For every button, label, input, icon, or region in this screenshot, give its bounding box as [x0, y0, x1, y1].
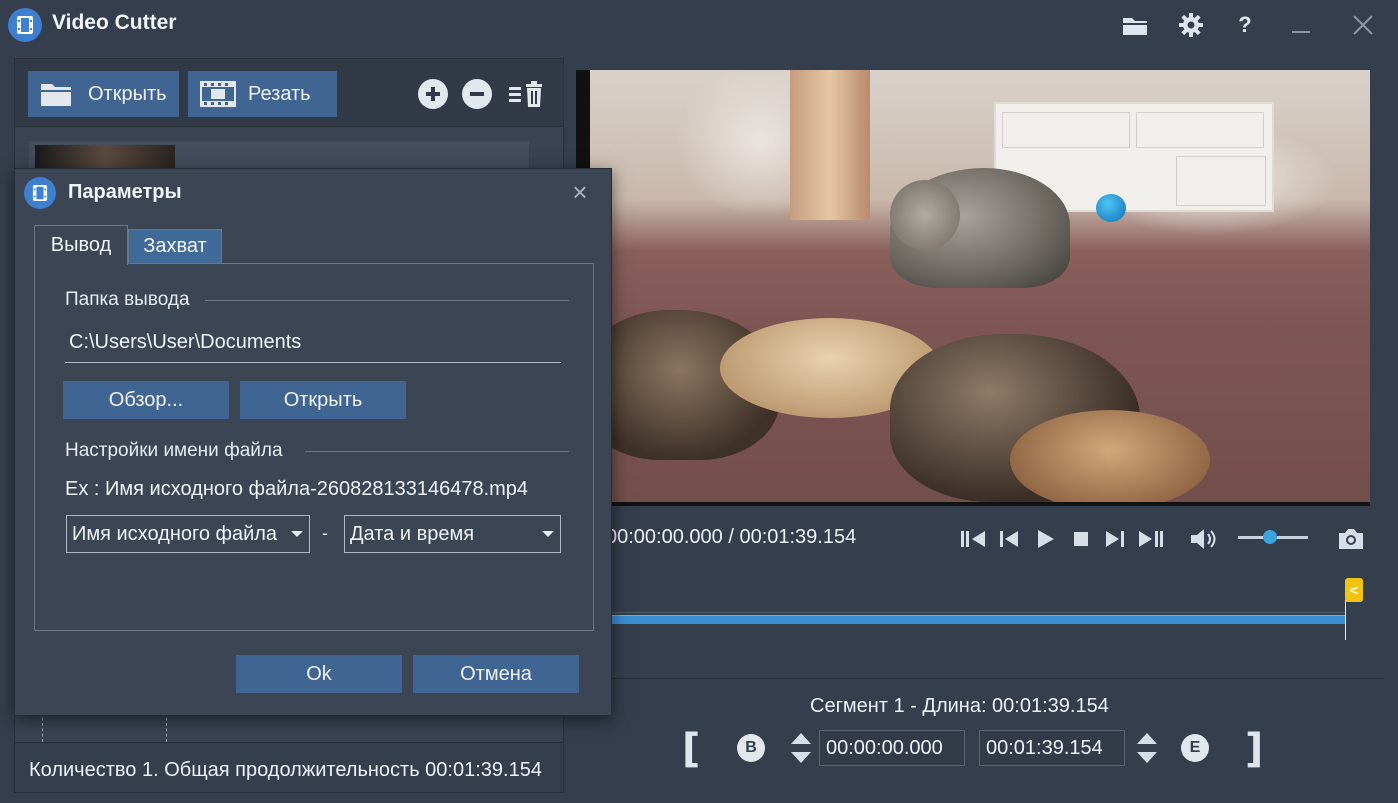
cancel-button[interactable]: Отмена — [413, 655, 579, 693]
open-button-label: Открыть — [88, 82, 167, 105]
video-frame — [590, 70, 1370, 502]
filename-part2-value: Дата и время — [350, 522, 475, 545]
divider — [205, 300, 569, 301]
cut-button-label: Резать — [248, 82, 311, 105]
output-path-field[interactable]: C:\Users\User\Documents — [65, 331, 561, 363]
filename-part2-select[interactable]: Дата и время — [344, 515, 561, 553]
end-stepper[interactable] — [1134, 730, 1160, 766]
status-summary: Количество 1. Общая продолжительность 00… — [15, 742, 563, 792]
segment-end-field[interactable]: 00:01:39.154 — [979, 730, 1125, 766]
browse-button[interactable]: Обзор... — [63, 381, 229, 419]
next-segment-icon[interactable] — [1136, 524, 1166, 554]
timeline-segment-bar[interactable] — [606, 615, 1346, 624]
prev-segment-icon[interactable] — [958, 524, 988, 554]
output-folder-label: Папка вывода — [65, 289, 190, 310]
scene-ball — [1096, 194, 1126, 222]
video-preview[interactable] — [576, 70, 1370, 506]
begin-stepper[interactable] — [788, 730, 814, 766]
time-display: 00:00:00.000 / 00:01:39.154 — [606, 526, 857, 548]
tab-output[interactable]: Вывод — [34, 225, 128, 265]
parameters-dialog: Параметры × Вывод Захват Папка вывода C:… — [14, 168, 612, 716]
scene-curtain — [790, 70, 870, 220]
volume-icon[interactable] — [1188, 524, 1218, 554]
stop-icon[interactable] — [1066, 524, 1096, 554]
filename-separator: - — [322, 523, 328, 543]
filename-settings-label: Настройки имени файла — [65, 440, 283, 461]
dialog-close-icon[interactable]: × — [565, 177, 595, 207]
set-end-bracket[interactable]: ] — [1245, 726, 1263, 772]
help-icon[interactable]: ? — [1230, 10, 1260, 40]
close-icon[interactable] — [1348, 10, 1378, 40]
filename-part1-value: Имя исходного файла — [72, 522, 278, 545]
dialog-title: Параметры — [68, 181, 182, 203]
chevron-down-icon — [291, 531, 303, 537]
segment-length-label: Сегмент 1 - Длина: 00:01:39.154 — [810, 695, 1109, 717]
segment-end-marker[interactable]: < — [1345, 578, 1363, 602]
playhead-line — [1345, 600, 1346, 640]
camera-icon[interactable] — [1336, 524, 1366, 554]
tab-capture[interactable]: Захват — [128, 229, 222, 263]
next-frame-icon[interactable] — [1100, 524, 1130, 554]
open-folder-button[interactable]: Открыть — [240, 381, 406, 419]
file-toolbar: Открыть Резать — [15, 59, 563, 127]
filename-part1-select[interactable]: Имя исходного файла — [66, 515, 310, 553]
prev-frame-icon[interactable] — [994, 524, 1024, 554]
end-icon[interactable]: E — [1181, 734, 1209, 762]
remove-icon[interactable] — [462, 79, 492, 109]
ok-button[interactable]: Ok — [236, 655, 402, 693]
timeline-track — [606, 612, 1346, 613]
filename-example: Ex : Имя исходного файла-260828133146478… — [65, 478, 529, 500]
clear-list-icon[interactable] — [507, 79, 547, 109]
scene-puppy-head — [1010, 410, 1210, 502]
minimize-icon[interactable] — [1286, 10, 1316, 40]
app-logo-icon — [24, 177, 56, 209]
divider — [305, 451, 569, 452]
folder-icon[interactable] — [1120, 10, 1150, 40]
scene-cat-head — [890, 180, 960, 250]
chevron-down-icon — [542, 531, 554, 537]
folder-icon — [41, 84, 71, 106]
add-icon[interactable] — [418, 79, 448, 109]
set-begin-bracket[interactable]: [ — [682, 726, 700, 772]
cut-button[interactable]: Резать — [188, 71, 337, 117]
open-button[interactable]: Открыть — [28, 71, 179, 117]
film-icon — [200, 81, 236, 107]
app-title: Video Cutter — [52, 11, 177, 34]
play-icon[interactable] — [1030, 524, 1060, 554]
volume-slider-handle[interactable] — [1262, 530, 1277, 544]
segment-begin-field[interactable]: 00:00:00.000 — [819, 730, 965, 766]
begin-icon[interactable]: B — [737, 734, 765, 762]
app-logo-icon — [8, 8, 42, 42]
gear-icon[interactable] — [1176, 10, 1206, 40]
